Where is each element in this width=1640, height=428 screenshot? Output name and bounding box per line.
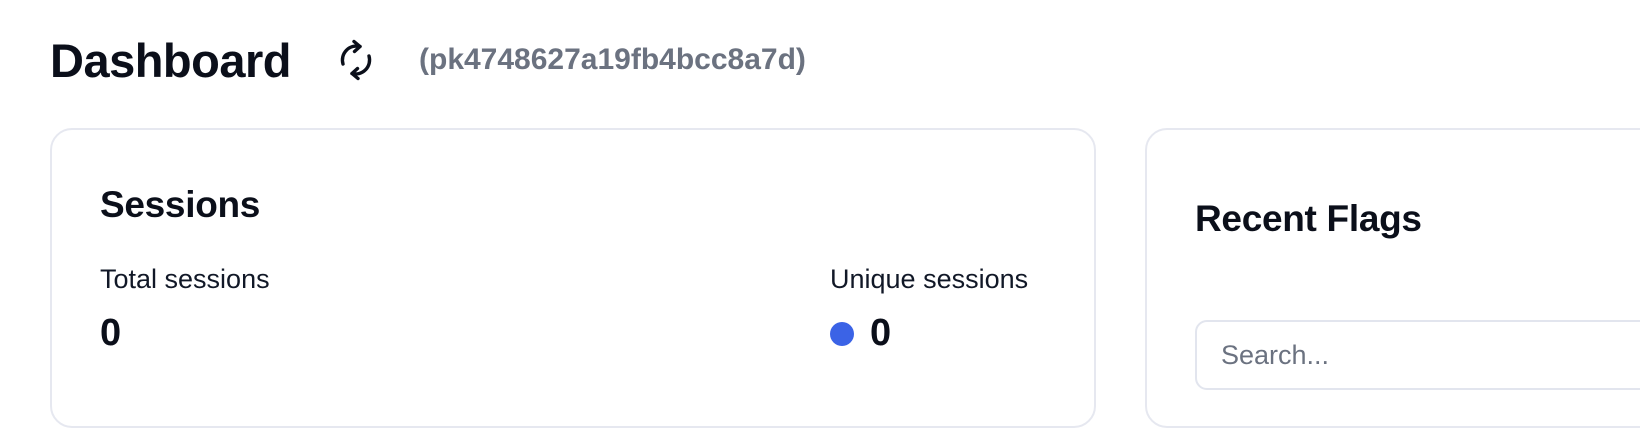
flags-search-input[interactable] (1195, 320, 1640, 390)
status-dot-icon (830, 321, 854, 346)
recent-flags-title: Recent Flags (1195, 198, 1422, 239)
recent-flags-card: Recent Flags (1145, 128, 1640, 428)
sessions-card: Sessions Total sessions 0 Unique session… (50, 128, 1096, 428)
page-header: Dashboard (pk4748627a19fb4bcc8a7d) (50, 30, 806, 90)
page-title: Dashboard (50, 33, 292, 87)
total-sessions-label: Total sessions (100, 264, 270, 294)
project-id: (pk4748627a19fb4bcc8a7d) (419, 43, 806, 76)
refresh-button[interactable] (333, 37, 379, 83)
unique-sessions-label: Unique sessions (830, 264, 1029, 294)
unique-sessions-value: 0 (870, 312, 892, 354)
sessions-title: Sessions (100, 184, 261, 225)
unique-sessions-stat: 0 (830, 312, 891, 355)
total-sessions-value: 0 (100, 312, 122, 354)
refresh-icon (340, 39, 372, 81)
